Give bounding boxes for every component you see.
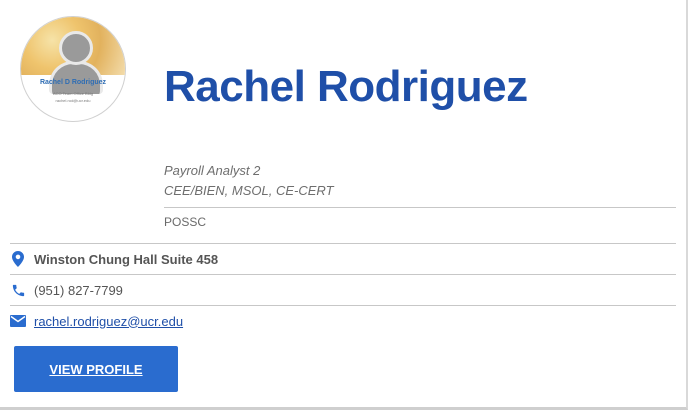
profile-card: Rachel D Rodriguez ACO Team Office Bldg … [0, 0, 688, 410]
address: Winston Chung Hall Suite 458 [34, 251, 219, 267]
phone-icon [10, 282, 26, 298]
title-block: Payroll Analyst 2 CEE/BIEN, MSOL, CE-CER… [164, 161, 676, 239]
avatar-silhouette-head [59, 31, 93, 65]
avatar-name: Rachel D Rodriguez [39, 79, 107, 86]
profile-name: Rachel Rodriguez [164, 62, 528, 111]
envelope-icon [10, 313, 26, 329]
department: POSSC [164, 215, 207, 229]
avatar-subtitle: ACO Team Office Bldg [52, 91, 94, 96]
avatar-email: rachel.rod@ucr.edu [55, 98, 91, 103]
avatar: Rachel D Rodriguez ACO Team Office Bldg … [20, 16, 126, 122]
credentials: CEE/BIEN, MSOL, CE-CERT [164, 183, 334, 198]
map-pin-icon [10, 251, 26, 267]
email-link[interactable]: rachel.rodriguez@ucr.edu [34, 314, 183, 329]
email-row: rachel.rodriguez@ucr.edu [10, 305, 676, 336]
phone-row: (951) 827-7799 [10, 274, 676, 305]
phone-number: (951) 827-7799 [34, 282, 123, 298]
view-profile-button[interactable]: VIEW PROFILE [14, 346, 178, 392]
job-title: Payroll Analyst 2 [164, 163, 261, 178]
contact-list: Winston Chung Hall Suite 458 (951) 827-7… [10, 243, 676, 336]
address-row: Winston Chung Hall Suite 458 [10, 243, 676, 274]
